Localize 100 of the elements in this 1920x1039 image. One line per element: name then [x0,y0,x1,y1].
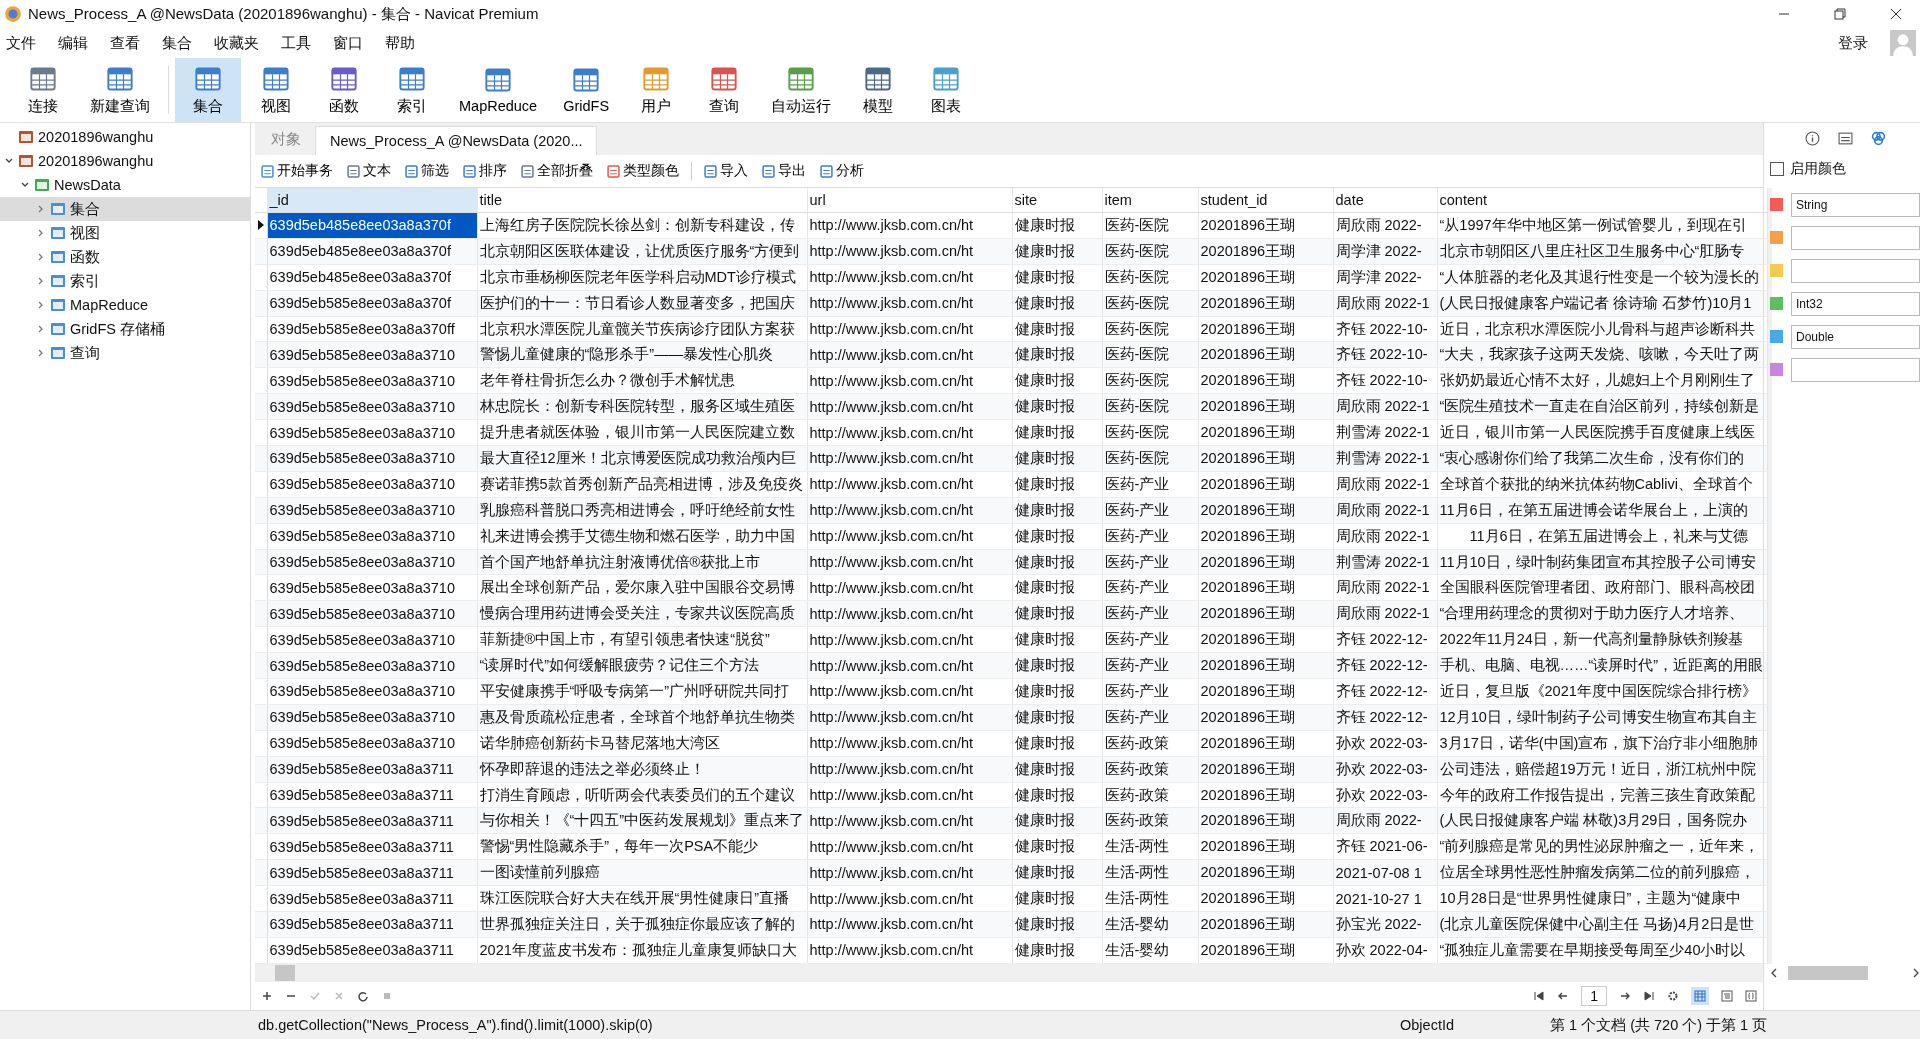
table-cell[interactable]: 医药-产业 [1102,626,1198,653]
table-cell[interactable]: 最大直径12厘米！北京博爱医院成功救治颅内巨 [477,445,807,472]
table-cell[interactable]: 639d5eb585e8ee03a8a3711 [267,833,477,860]
table-cell[interactable]: 近日，复旦版《2021年度中国医院综合排行榜》 [1437,678,1767,705]
menu-item[interactable]: 集合 [162,33,204,53]
table-cell[interactable]: http://www.jksb.com.cn/ht [807,393,1012,420]
toolbar-button[interactable]: 查询 [691,58,758,122]
table-cell[interactable]: http://www.jksb.com.cn/ht [807,290,1012,317]
table-cell[interactable]: http://www.jksb.com.cn/ht [807,523,1012,550]
toolbar-button[interactable]: 函数 [311,58,377,122]
table-cell[interactable]: 首个国产地舒单抗注射液博优倍®获批上市 [477,549,807,575]
table-cell[interactable]: 近日，银川市第一人民医院携手百度健康上线医 [1437,419,1767,446]
toolbar-button[interactable]: 视图 [243,58,309,122]
scroll-right-icon[interactable] [1912,968,1920,978]
info-icon[interactable] [1804,131,1820,146]
menu-item[interactable]: 查看 [110,33,152,53]
table-cell[interactable]: 菲新捷®中国上市，有望引领患者快速“脱贫” [477,626,807,653]
table-cell[interactable]: 3月17日，诺华(中国)宣布，旗下治疗非小细胞肺 [1437,730,1767,757]
table-cell[interactable]: 医护们的十一：节日看诊人数显著变多，把国庆 [477,290,807,317]
table-cell[interactable]: http://www.jksb.com.cn/ht [807,238,1012,265]
column-header[interactable]: _id [267,188,477,213]
scroll-left-icon[interactable] [1770,968,1778,978]
table-cell[interactable]: 齐钰 2022-10- [1333,341,1437,368]
color-swatch[interactable] [1770,297,1783,310]
table-cell[interactable]: 20201896王瑚 [1198,341,1333,368]
menu-item[interactable]: 编辑 [58,33,100,53]
plus-icon[interactable] [261,990,273,1002]
table-cell[interactable]: “读屏时代”如何缓解眼疲劳？记住三个方法 [477,652,807,679]
scrollbar-thumb[interactable] [275,965,295,981]
table-cell[interactable]: 20201896王瑚 [1198,833,1333,860]
previous-page-icon[interactable] [1557,990,1570,1002]
table-cell[interactable]: 20201896王瑚 [1198,574,1333,601]
last-page-icon[interactable] [1643,990,1655,1002]
table-cell[interactable]: 639d5eb585e8ee03a8a3710 [267,652,477,679]
table-cell[interactable]: 医药-产业 [1102,523,1198,550]
table-cell[interactable]: 医药-政策 [1102,782,1198,808]
table-cell[interactable]: 10月28日是“世界男性健康日”，主题为“健康中 [1437,885,1767,912]
scrollbar-thumb[interactable] [1788,966,1868,980]
table-cell[interactable]: 今年的政府工作报告提出，完善三孩生育政策配 [1437,782,1767,808]
table-cell[interactable]: 医药-产业 [1102,574,1198,601]
table-cell[interactable]: 639d5eb585e8ee03a8a3711 [267,782,477,808]
toolbar-button[interactable]: 图表 [913,58,980,122]
table-cell[interactable]: “大夫，我家孩子这两天发烧、咳嗽，今天吐了两 [1437,341,1767,368]
table-cell[interactable]: 周欣雨 2022-1 [1333,497,1437,524]
table-cell[interactable]: http://www.jksb.com.cn/ht [807,471,1012,498]
table-cell[interactable]: http://www.jksb.com.cn/ht [807,859,1012,886]
table-cell[interactable]: “衷心感谢你们给了我第二次生命，没有你们的 [1437,445,1767,472]
table-cell[interactable]: 健康时报 [1012,341,1102,368]
table-cell[interactable]: 周欣雨 2022- [1333,212,1437,239]
table-cell[interactable]: 医药-医院 [1102,419,1198,446]
table-cell[interactable]: 11月6日，在第五届进博会上，礼来与艾德 [1437,523,1767,550]
type-field[interactable]: Int32 [1791,291,1920,316]
table-cell[interactable]: 孙欢 2022-03- [1333,756,1437,783]
table-cell[interactable]: 医药-医院 [1102,367,1198,394]
color-swatch[interactable] [1770,198,1783,211]
tree-item[interactable]: 视图 [0,221,250,245]
table-cell[interactable]: 639d5eb585e8ee03a8a3711 [267,756,477,783]
menu-item[interactable]: 窗口 [333,33,375,53]
tree-item[interactable]: 20201896wanghu [0,125,250,149]
table-cell[interactable]: 医药-产业 [1102,497,1198,524]
table-cell[interactable]: 生活-婴幼 [1102,937,1198,964]
toolbar-button[interactable]: 自动运行 [759,58,844,122]
table-cell[interactable]: 礼来进博会携手艾德生物和燃石医学，助力中国 [477,523,807,550]
table-cell[interactable]: 全国眼科医院管理者团、政府部门、眼科高校团 [1437,574,1767,601]
table-cell[interactable]: 提升患者就医体验，银川市第一人民医院建立数 [477,419,807,446]
table-cell[interactable]: 健康时报 [1012,808,1102,834]
table-cell[interactable]: “人体脏器的老化及其退行性变是一个较为漫长的 [1437,264,1767,291]
table-cell[interactable]: 珠江医院联合好大夫在线开展“男性健康日”直播 [477,885,807,912]
table-cell[interactable]: 医药-产业 [1102,471,1198,498]
table-cell[interactable]: (人民日报健康客户端记者 徐诗瑜 石梦竹)10月1 [1437,290,1767,317]
table-cell[interactable]: 639d5eb585e8ee03a8a3711 [267,911,477,938]
table-cell[interactable]: 健康时报 [1012,393,1102,420]
table-cell[interactable]: “前列腺癌是常见的男性泌尿肿瘤之一，近年来， [1437,833,1767,860]
table-cell[interactable]: 健康时报 [1012,212,1102,239]
table-cell[interactable]: 健康时报 [1012,911,1102,938]
table-cell[interactable]: 20201896王瑚 [1198,704,1333,731]
table-cell[interactable]: http://www.jksb.com.cn/ht [807,574,1012,601]
table-cell[interactable]: 2022年11月24日，新一代高剂量静脉铁剂羧基 [1437,626,1767,653]
table-cell[interactable]: 展出全球创新产品，爱尔康入驻中国眼谷交易博 [477,574,807,601]
table-cell[interactable]: 健康时报 [1012,419,1102,446]
table-cell[interactable]: 健康时报 [1012,549,1102,575]
table-cell[interactable]: 639d5eb585e8ee03a8a3710 [267,419,477,446]
table-cell[interactable]: 健康时报 [1012,523,1102,550]
action-button[interactable]: 筛选 [399,160,455,182]
table-cell[interactable]: 赛诺菲携5款首秀创新产品亮相进博，涉及免疫炎 [477,471,807,498]
table-cell[interactable]: http://www.jksb.com.cn/ht [807,341,1012,368]
table-cell[interactable]: 健康时报 [1012,937,1102,964]
tree-item[interactable]: 集合 [0,197,250,221]
table-cell[interactable]: 生活-婴幼 [1102,911,1198,938]
table-cell[interactable]: 北京市朝阳区八里庄社区卫生服务中心“肛肠专 [1437,238,1767,265]
table-cell[interactable]: 周欣雨 2022-1 [1333,393,1437,420]
table-cell[interactable]: 20201896王瑚 [1198,419,1333,446]
table-cell[interactable]: 医药-政策 [1102,730,1198,757]
table-cell[interactable]: http://www.jksb.com.cn/ht [807,497,1012,524]
table-cell[interactable]: 平安健康携手“呼吸专病第一”广州呼研院共同打 [477,678,807,705]
table-cell[interactable]: “合理用药理念的贯彻对于助力医疗人才培养、 [1437,600,1767,627]
table-cell[interactable]: 20201896王瑚 [1198,859,1333,886]
table-cell[interactable]: 20201896王瑚 [1198,937,1333,964]
table-cell[interactable]: 周欣雨 2022-1 [1333,290,1437,317]
table-cell[interactable]: 医药-医院 [1102,290,1198,317]
